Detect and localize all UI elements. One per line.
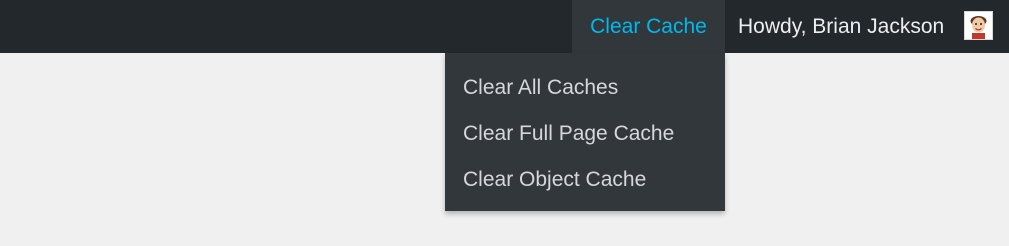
- howdy-label: Howdy, Brian Jackson: [738, 14, 945, 38]
- clear-cache-menu[interactable]: Clear Cache: [572, 0, 725, 53]
- clear-object-cache-item[interactable]: Clear Object Cache: [445, 158, 725, 204]
- clear-cache-label: Clear Cache: [590, 14, 707, 38]
- clear-cache-dropdown: Clear All Caches Clear Full Page Cache C…: [445, 53, 725, 211]
- admin-bar: Clear Cache Howdy, Brian Jackson: [0, 0, 1009, 53]
- user-avatar-icon[interactable]: [964, 11, 993, 40]
- clear-all-caches-item[interactable]: Clear All Caches: [445, 66, 725, 112]
- clear-full-page-cache-item[interactable]: Clear Full Page Cache: [445, 112, 725, 158]
